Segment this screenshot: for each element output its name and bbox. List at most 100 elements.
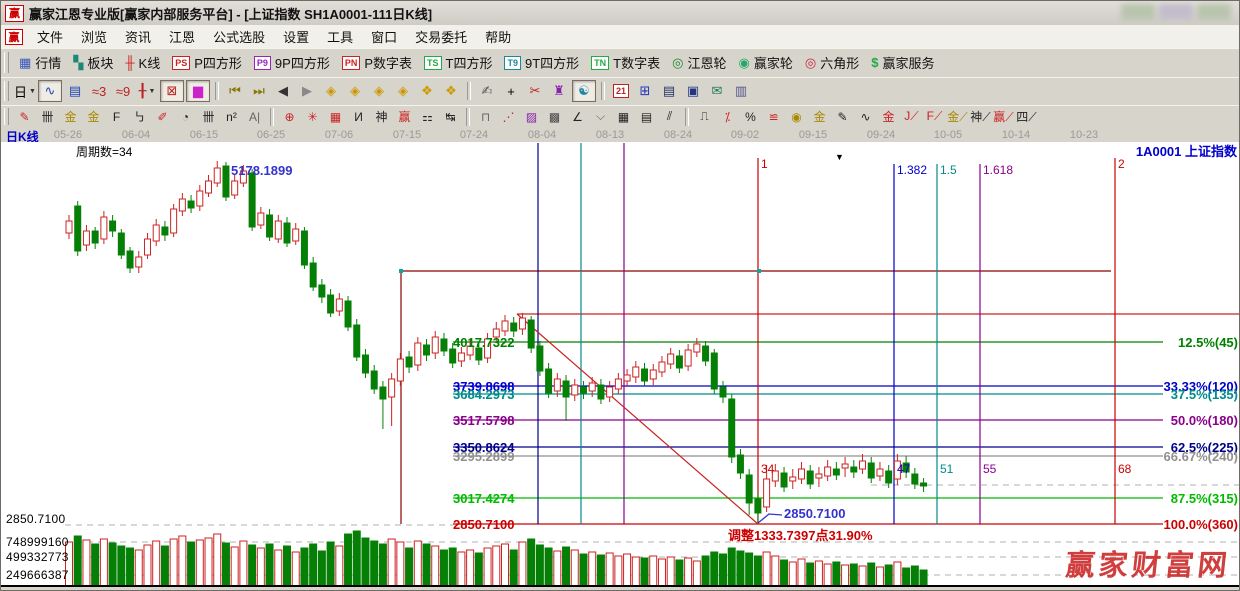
action-gann-toolbox[interactable]: ☯ (572, 80, 596, 102)
action-wave-9[interactable]: ≈9 (112, 81, 134, 101)
menu-item-7[interactable]: 窗口 (362, 25, 406, 48)
draw-purple-box[interactable]: ▨ (521, 108, 542, 126)
draw-angle-draw[interactable]: ∠ (567, 108, 588, 126)
draw-grid-a[interactable]: ▦ (613, 108, 634, 126)
action-hand-drag[interactable]: ✍ (476, 81, 498, 101)
action-compress-h[interactable]: ◈ (392, 81, 414, 101)
draw-num-grid[interactable]: ⚏ (417, 108, 438, 126)
draw-gold-grid-1[interactable]: 金 (60, 108, 81, 126)
draw-parallel[interactable]: ⫽ (659, 108, 680, 126)
mode-button-hexagon[interactable]: ◎六角形 (799, 51, 865, 74)
action-notes[interactable]: ▤ (658, 81, 680, 101)
chart-area[interactable]: 周期数=34 1A0001 上证指数 5178.1899 2850.7100 调… (1, 142, 1240, 591)
action-wave-3[interactable]: ≈3 (88, 81, 110, 101)
action-last-page[interactable]: ⏭ (248, 81, 270, 101)
action-mail[interactable]: ✉ (706, 81, 728, 101)
draw-angle-win[interactable]: 赢⟋ (993, 108, 1014, 126)
action-shift-right[interactable]: ◈ (344, 81, 366, 101)
mode-button-sectors[interactable]: ▚板块 (67, 51, 119, 74)
mode-button-t-number-table[interactable]: TNT数字表 (585, 51, 666, 74)
draw-a-line[interactable]: A| (244, 108, 265, 126)
action-info-panel[interactable]: ▤ (64, 81, 86, 101)
draw-angle-gold[interactable]: 金⟋ (947, 108, 968, 126)
window-controls-blur[interactable] (1121, 4, 1231, 20)
draw-brush-2[interactable]: ✐ (152, 108, 173, 126)
draw-f-grid[interactable]: F (106, 108, 127, 126)
mode-button-9t-square[interactable]: T99T四方形 (498, 51, 585, 74)
action-calendar[interactable]: 21 (610, 81, 632, 101)
draw-n-square[interactable]: n² (221, 108, 242, 126)
action-crosshair[interactable]: + (500, 81, 522, 101)
draw-grid-b[interactable]: ▤ (636, 108, 657, 126)
draw-shen-grid[interactable]: 神 (371, 108, 392, 126)
draw-pct-slash[interactable]: ⁒ (717, 108, 738, 126)
draw-angle-si[interactable]: 四⟋ (1016, 108, 1037, 126)
t-square-icon: TS (424, 56, 442, 70)
draw-angle-j[interactable]: J⟋ (901, 108, 922, 126)
action-next[interactable]: ▶ (296, 81, 318, 101)
action-compress-all[interactable]: ❖ (440, 81, 462, 101)
menu-item-4[interactable]: 公式选股 (204, 25, 274, 48)
chart-canvas[interactable] (1, 142, 1240, 591)
action-shift-left[interactable]: ◈ (320, 81, 342, 101)
action-period-select[interactable]: 日▼ (14, 81, 36, 101)
draw-red-grid[interactable]: ▦ (325, 108, 346, 126)
menu-item-2[interactable]: 资讯 (116, 25, 160, 48)
draw-spiral[interactable]: ㇉ (129, 108, 150, 126)
action-save[interactable]: ▣ (682, 81, 704, 101)
menu-item-1[interactable]: 浏览 (72, 25, 116, 48)
action-prev[interactable]: ◀ (272, 81, 294, 101)
draw-zigzag-wave[interactable]: ⌵ (590, 108, 611, 126)
action-print[interactable]: ▥ (730, 81, 752, 101)
draw-fan-lines[interactable]: ⋰ (498, 108, 519, 126)
mode-button-p-number-table[interactable]: PNP数字表 (336, 51, 418, 74)
menu-item-9[interactable]: 帮助 (476, 25, 520, 48)
draw-gold-levels[interactable]: 金 (809, 108, 830, 126)
draw-gold-red[interactable]: 金 (878, 108, 899, 126)
draw-brush[interactable]: ✎ (14, 108, 35, 126)
mode-button-gann-wheel[interactable]: ◎江恩轮 (666, 51, 732, 74)
draw-win-grid[interactable]: 赢 (394, 108, 415, 126)
draw-star-rays[interactable]: ✳ (302, 108, 323, 126)
menu-item-6[interactable]: 工具 (318, 25, 362, 48)
menu-item-3[interactable]: 江恩 (160, 25, 204, 48)
menu-item-0[interactable]: 文件 (28, 25, 72, 48)
mode-button-kline[interactable]: ╫K线 (119, 51, 166, 74)
action-pattern-box[interactable]: ⊠ (160, 80, 184, 102)
draw-circle-cross[interactable]: ⊕ (279, 108, 300, 126)
draw-angle-f[interactable]: F⟋ (924, 108, 945, 126)
draw-box-tool[interactable]: ⊓ (475, 108, 496, 126)
draw-zigzag[interactable]: И (348, 108, 369, 126)
mode-button-winner-service[interactable]: $赢家服务 (865, 51, 940, 74)
mode-button-p-square[interactable]: PSP四方形 (166, 51, 248, 74)
action-candle-style[interactable]: ╂▼ (136, 81, 158, 101)
action-erase[interactable]: ✂ (524, 81, 546, 101)
draw-pct-levels[interactable]: ≌ (763, 108, 784, 126)
mode-button-quotes[interactable]: ▦行情 (13, 51, 67, 74)
menu-item-8[interactable]: 交易委托 (406, 25, 476, 48)
draw-span-arrows[interactable]: ↹ (440, 108, 461, 126)
action-expand-h[interactable]: ◈ (368, 81, 390, 101)
mode-button-9p-square[interactable]: P99P四方形 (248, 51, 336, 74)
action-stamp[interactable]: ♜ (548, 81, 570, 101)
symbol-label: 1A0001 上证指数 (1136, 141, 1237, 160)
draw-angle-shen[interactable]: 神⟋ (970, 108, 991, 126)
draw-time-circle[interactable]: ◔ (175, 108, 196, 126)
action-first-page[interactable]: ⏮ (224, 81, 246, 101)
draw-dark-fan[interactable]: ▩ (544, 108, 565, 126)
draw-gold-circle[interactable]: ◉ (786, 108, 807, 126)
draw-pen-note[interactable]: ✎ (832, 108, 853, 126)
action-color-histogram[interactable]: ▆ (186, 80, 210, 102)
mode-button-winner-wheel[interactable]: ◉赢家轮 (732, 51, 798, 74)
action-calculator[interactable]: ⊞ (634, 81, 656, 101)
action-zoom-trend[interactable]: ∿ (38, 80, 62, 102)
menu-item-5[interactable]: 设置 (274, 25, 318, 48)
draw-percent[interactable]: % (740, 108, 761, 126)
draw-price-scale[interactable]: ⎍ (694, 108, 715, 126)
draw-hash-lines[interactable]: 卌 (198, 108, 219, 126)
draw-grid-lines[interactable]: 卌 (37, 108, 58, 126)
draw-wave-a[interactable]: ∿ (855, 108, 876, 126)
mode-button-t-square[interactable]: TST四方形 (418, 51, 498, 74)
draw-gold-grid-2[interactable]: 金 (83, 108, 104, 126)
action-expand-all[interactable]: ❖ (416, 81, 438, 101)
